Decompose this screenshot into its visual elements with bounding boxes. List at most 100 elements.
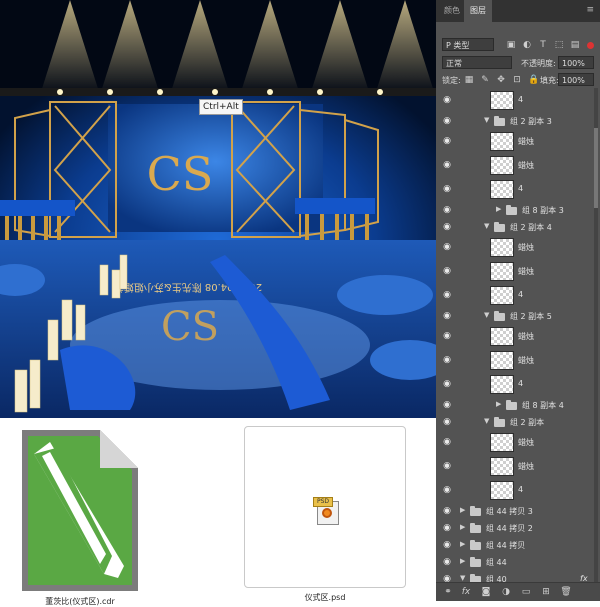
group-row[interactable]: ◉ ▼ fx 组 40	[436, 570, 600, 582]
group-row[interactable]: ◉ ▼ 组 2 副本	[436, 413, 600, 431]
chevron-right-icon[interactable]: ▶	[496, 205, 501, 213]
visibility-eye-icon[interactable]: ◉	[441, 437, 453, 447]
add-mask-icon[interactable]: ◙	[480, 586, 492, 598]
visibility-eye-icon[interactable]: ◉	[441, 290, 453, 300]
lock-all-icon[interactable]: 🔒	[528, 75, 539, 85]
filter-shape-icon[interactable]: ⬚	[554, 40, 564, 50]
layer-row[interactable]: ◉ 4	[436, 88, 600, 113]
group-row[interactable]: ◉ ▶ 组 44 拷贝	[436, 536, 600, 554]
group-row[interactable]: ◉ ▼ 组 2 副本 5	[436, 307, 600, 325]
visibility-eye-icon[interactable]: ◉	[441, 136, 453, 146]
visibility-eye-icon[interactable]: ◉	[441, 379, 453, 389]
filter-kind-select[interactable]: P 类型	[442, 38, 494, 51]
visibility-eye-icon[interactable]: ◉	[441, 205, 453, 215]
chevron-down-icon[interactable]: ▼	[484, 116, 489, 124]
visibility-eye-icon[interactable]: ◉	[441, 116, 453, 126]
layer-row[interactable]: ◉ 蜡烛	[436, 153, 600, 178]
chevron-right-icon[interactable]: ▶	[460, 540, 465, 548]
visibility-eye-icon[interactable]: ◉	[441, 311, 453, 321]
layer-row[interactable]: ◉ 蜡烛	[436, 348, 600, 373]
chevron-down-icon[interactable]: ▼	[460, 574, 465, 582]
layer-fx-badge[interactable]: fx	[580, 574, 588, 582]
layer-name: 蜡烛	[518, 462, 534, 471]
layer-row[interactable]: ◉ 蜡烛	[436, 129, 600, 154]
layer-row[interactable]: ◉ 4	[436, 478, 600, 503]
layer-row[interactable]: ◉ 4	[436, 372, 600, 397]
filter-toggle-icon[interactable]	[587, 42, 594, 49]
chevron-down-icon[interactable]: ▼	[484, 417, 489, 425]
layer-row[interactable]: ◉ 4	[436, 177, 600, 202]
visibility-eye-icon[interactable]: ◉	[441, 266, 453, 276]
layer-name: 组 44 拷贝	[486, 541, 526, 550]
visibility-eye-icon[interactable]: ◉	[441, 523, 453, 533]
visibility-eye-icon[interactable]: ◉	[441, 540, 453, 550]
chevron-down-icon[interactable]: ▼	[484, 222, 489, 230]
adjustment-layer-icon[interactable]: ◑	[500, 586, 512, 598]
group-row[interactable]: ◉ ▶ 组 44 拷贝 3	[436, 502, 600, 520]
group-row[interactable]: ◉ ▶ 组 8 副本 3	[436, 201, 600, 219]
fill-input[interactable]: 100%	[558, 73, 594, 86]
visibility-eye-icon[interactable]: ◉	[441, 400, 453, 410]
photoshop-file-icon: PSD	[313, 497, 339, 525]
filter-row: P 类型 ▣ ◐ T ⬚ ▤	[436, 36, 600, 54]
visibility-eye-icon[interactable]: ◉	[441, 160, 453, 170]
chevron-down-icon[interactable]: ▼	[484, 311, 489, 319]
layer-name: 组 2 副本 3	[510, 117, 552, 126]
link-layers-icon[interactable]: ⚭	[442, 586, 454, 598]
visibility-eye-icon[interactable]: ◉	[441, 242, 453, 252]
layer-row[interactable]: ◉ 蜡烛	[436, 235, 600, 260]
group-row[interactable]: ◉ ▼ 组 2 副本 3	[436, 112, 600, 130]
visibility-eye-icon[interactable]: ◉	[441, 417, 453, 427]
new-group-icon[interactable]: ▭	[520, 586, 532, 598]
new-layer-icon[interactable]: ⊞	[540, 586, 552, 598]
visibility-eye-icon[interactable]: ◉	[441, 222, 453, 232]
layer-row[interactable]: ◉ 蜡烛	[436, 430, 600, 455]
filter-adjust-icon[interactable]: ◐	[522, 40, 532, 50]
visibility-eye-icon[interactable]: ◉	[441, 574, 453, 583]
group-row[interactable]: ◉ ▶ 组 44	[436, 553, 600, 571]
file-item-cdr[interactable]: 董茨比(仪式区).cdr	[20, 428, 140, 606]
chevron-right-icon[interactable]: ▶	[460, 506, 465, 514]
layers-scrollbar[interactable]	[594, 88, 598, 582]
layer-name: 蜡烛	[518, 137, 534, 146]
chevron-right-icon[interactable]: ▶	[460, 557, 465, 565]
layer-name: 组 44 拷贝 3	[486, 507, 533, 516]
visibility-eye-icon[interactable]: ◉	[441, 557, 453, 567]
panel-menu-icon[interactable]: ≡	[586, 5, 594, 15]
layer-row[interactable]: ◉ 4	[436, 283, 600, 308]
tab-layers[interactable]: 图层	[464, 0, 492, 22]
lock-transparent-icon[interactable]: ▦	[464, 75, 474, 85]
visibility-eye-icon[interactable]: ◉	[441, 506, 453, 516]
chevron-right-icon[interactable]: ▶	[496, 400, 501, 408]
filter-smart-icon[interactable]: ▤	[570, 40, 580, 50]
filter-pixel-icon[interactable]: ▣	[506, 40, 516, 50]
visibility-eye-icon[interactable]: ◉	[441, 331, 453, 341]
layer-name: 蜡烛	[518, 161, 534, 170]
lock-image-icon[interactable]: ✎	[480, 75, 490, 85]
lock-artboard-icon[interactable]: ⊡	[512, 75, 522, 85]
add-style-icon[interactable]: fx	[460, 586, 472, 598]
visibility-eye-icon[interactable]: ◉	[441, 355, 453, 365]
visibility-eye-icon[interactable]: ◉	[441, 485, 453, 495]
lock-position-icon[interactable]: ✥	[496, 75, 506, 85]
blend-mode-select[interactable]: 正常	[442, 56, 512, 69]
delete-layer-icon[interactable]: 🗑	[560, 586, 572, 598]
opacity-input[interactable]: 100%	[558, 56, 594, 69]
group-row[interactable]: ◉ ▼ 组 2 副本 4	[436, 218, 600, 236]
filter-type-icon[interactable]: T	[538, 40, 548, 50]
visibility-eye-icon[interactable]: ◉	[441, 95, 453, 105]
layer-thumbnail	[490, 180, 514, 199]
visibility-eye-icon[interactable]: ◉	[441, 184, 453, 194]
layer-row[interactable]: ◉ 蜡烛	[436, 324, 600, 349]
layer-row[interactable]: ◉ 蜡烛	[436, 454, 600, 479]
visibility-eye-icon[interactable]: ◉	[441, 461, 453, 471]
group-row[interactable]: ◉ ▶ 组 44 拷贝 2	[436, 519, 600, 537]
layer-row[interactable]: ◉ 蜡烛	[436, 259, 600, 284]
tab-color[interactable]: 颜色	[438, 0, 466, 22]
group-row[interactable]: ◉ ▶ 组 8 副本 4	[436, 396, 600, 414]
chevron-right-icon[interactable]: ▶	[460, 523, 465, 531]
folder-icon	[506, 400, 517, 410]
file-item-psd[interactable]: PSD 仪式区.psd	[244, 426, 406, 602]
scrollbar-thumb[interactable]	[594, 128, 598, 208]
layer-name: 组 8 副本 4	[522, 401, 564, 410]
